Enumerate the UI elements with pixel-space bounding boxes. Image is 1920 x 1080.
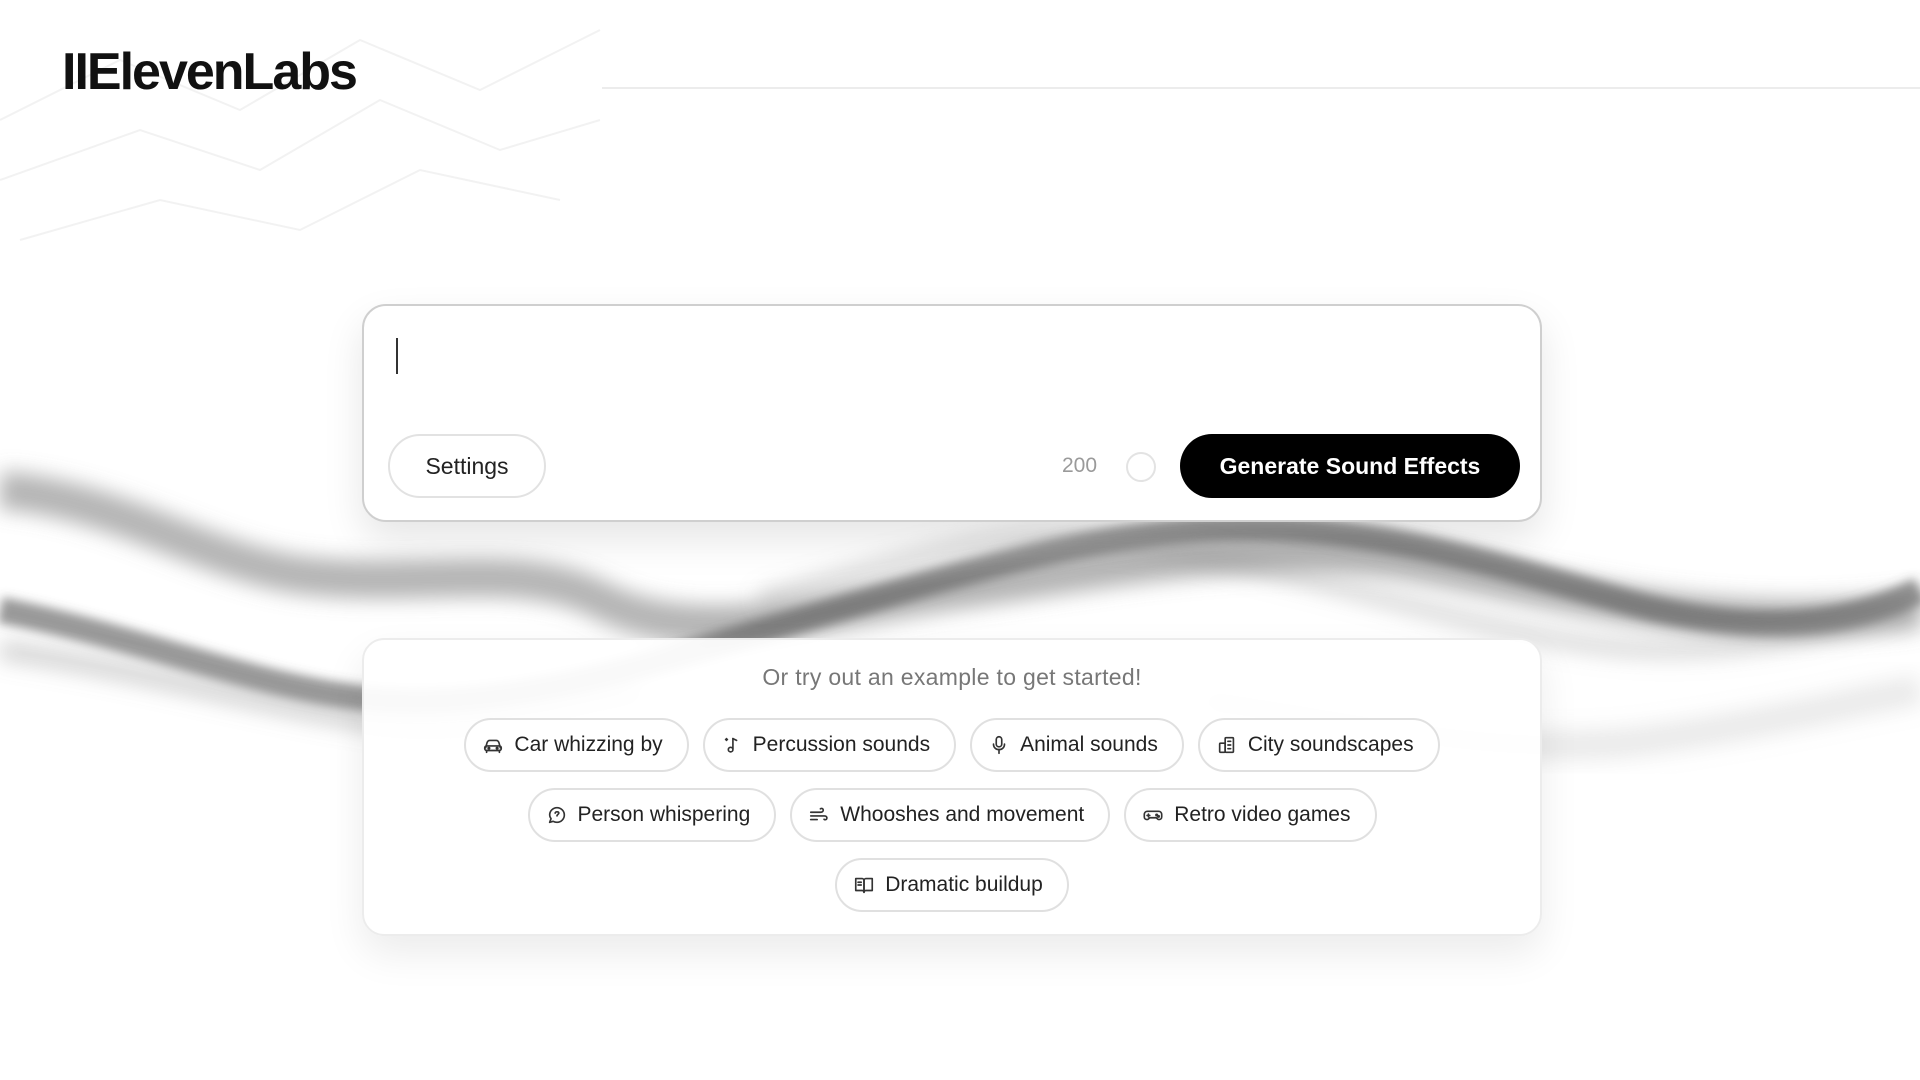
- sound-prompt-input[interactable]: [392, 332, 1506, 394]
- example-chip-row: Car whizzing by Percussion sounds Animal…: [364, 718, 1540, 772]
- chip-label: Person whispering: [577, 803, 751, 826]
- gamepad-icon: [1142, 804, 1164, 826]
- chip-label: Animal sounds: [1020, 733, 1158, 756]
- text-cursor: [396, 338, 398, 374]
- chip-label: Car whizzing by: [514, 733, 663, 756]
- example-chip-car-whizzing-by[interactable]: Car whizzing by: [464, 718, 689, 772]
- chip-label: Whooshes and movement: [840, 803, 1085, 826]
- chip-label: Percussion sounds: [752, 733, 931, 756]
- character-count: 200: [1062, 454, 1098, 477]
- generate-sound-effects-button[interactable]: Generate Sound Effects: [1180, 434, 1520, 498]
- example-chip-row: Dramatic buildup: [364, 858, 1540, 912]
- chip-label: City soundscapes: [1247, 733, 1414, 756]
- example-chip-retro-video-games[interactable]: Retro video games: [1124, 788, 1377, 842]
- whisper-icon: [546, 804, 568, 826]
- examples-card: Or try out an example to get started! Ca…: [362, 638, 1542, 936]
- examples-heading: Or try out an example to get started!: [762, 664, 1142, 690]
- example-chip-dramatic-buildup[interactable]: Dramatic buildup: [835, 858, 1069, 912]
- car-icon: [482, 734, 504, 756]
- page: IIElevenLabs Settings 200 Generate Sound…: [0, 0, 1920, 1080]
- example-chip-city-soundscapes[interactable]: City soundscapes: [1197, 718, 1440, 772]
- building-icon: [1216, 734, 1238, 756]
- settings-button[interactable]: Settings: [388, 434, 546, 498]
- book-icon: [853, 874, 875, 896]
- header-divider: [602, 87, 1920, 89]
- prompt-card: Settings 200 Generate Sound Effects: [362, 304, 1542, 522]
- chip-label: Retro video games: [1174, 803, 1351, 826]
- example-chip-person-whispering[interactable]: Person whispering: [527, 788, 777, 842]
- example-chip-animal-sounds[interactable]: Animal sounds: [970, 718, 1184, 772]
- wind-icon: [808, 804, 830, 826]
- example-chip-percussion-sounds[interactable]: Percussion sounds: [702, 718, 957, 772]
- character-limit-ring-icon: [1126, 452, 1156, 482]
- chip-label: Dramatic buildup: [885, 873, 1043, 896]
- example-chip-whooshes-and-movement[interactable]: Whooshes and movement: [790, 788, 1111, 842]
- microphone-icon: [988, 734, 1010, 756]
- example-chip-row: Person whispering Whooshes and movement: [364, 788, 1540, 842]
- music-note-icon: [721, 734, 743, 756]
- elevenlabs-logo[interactable]: IIElevenLabs: [62, 42, 358, 102]
